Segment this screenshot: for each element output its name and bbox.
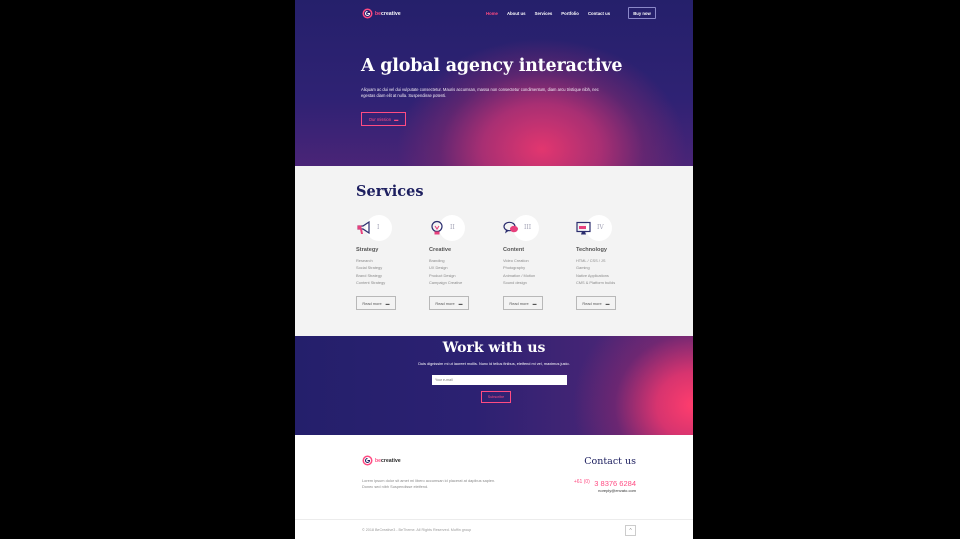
read-more-label: Read more (509, 300, 529, 306)
monitor-icon (576, 221, 591, 235)
menu-item-contact[interactable]: Contact us (588, 11, 610, 16)
hero-title: A global agency interactive (361, 56, 623, 76)
phone-prefix: +61 (0) (573, 479, 590, 485)
list-item: Video Creation (503, 258, 529, 263)
list-item: Social Strategy (356, 265, 383, 271)
list-item: Content Strategy (356, 279, 386, 285)
back-to-top-button[interactable]: ^ (625, 525, 636, 536)
phone-digits: 3 8376 6284 (594, 479, 636, 488)
list-item: UX Design (429, 265, 448, 271)
logo-text: becreative (375, 10, 401, 17)
service-list: HTML / CSS / JS Gaming Native Applicatio… (576, 257, 646, 286)
hero-section: becreative Home About us Services Portfo… (295, 0, 693, 166)
service-numeral: II (450, 224, 455, 231)
list-item: Campaign Creative (429, 279, 463, 285)
menu-item-portfolio[interactable]: Portfolio (561, 11, 579, 16)
service-strategy: I Strategy Research Social Strategy Bran… (356, 214, 426, 310)
hero-text: Aliquam ac dui vel dui vulputate consect… (361, 87, 599, 99)
service-numeral: I (377, 224, 380, 231)
arrow-right-icon: ▬ (385, 300, 390, 306)
read-more-label: Read more (582, 300, 602, 306)
footer-text: Lorem ipsum dolor sit amet mi libero acc… (362, 478, 496, 490)
service-name: Strategy (356, 247, 379, 253)
copyright: © 2018 BeCreative3 - BeTheme. All Rights… (362, 528, 472, 532)
services-section: Services I Strategy Research Social Stra… (295, 166, 693, 336)
service-name: Content (503, 247, 525, 253)
list-item: Product Design (429, 272, 456, 278)
contact-email[interactable]: noreply@envato.com (598, 488, 636, 493)
list-item: Sound design (503, 279, 527, 285)
list-item: Research (356, 258, 373, 263)
arrow-right-icon: ▬ (458, 300, 463, 306)
list-item: Photography (503, 265, 526, 271)
logo-mark-icon (362, 8, 373, 19)
buy-now-button[interactable]: Buy now (628, 7, 656, 19)
read-more-label: Read more (435, 300, 455, 306)
list-item: Gaming (576, 265, 590, 271)
footer-logo[interactable]: becreative (362, 455, 401, 466)
lightbulb-icon (431, 220, 443, 235)
work-title: Work with us (442, 340, 546, 356)
subscribe-button[interactable]: Subscribe (481, 391, 511, 403)
service-name: Creative (429, 247, 452, 253)
menu-item-services[interactable]: Services (535, 11, 553, 16)
footer-divider (295, 519, 693, 520)
arrow-right-icon: ▬ (605, 300, 610, 306)
page: becreative Home About us Services Portfo… (295, 0, 693, 539)
read-more-label: Read more (362, 300, 382, 306)
read-more-button[interactable]: Read more ▬ (503, 296, 543, 310)
list-item: HTML / CSS / JS (576, 258, 606, 263)
contact-title: Contact us (584, 456, 636, 467)
megaphone-icon (357, 220, 370, 235)
list-item: Native Applications (576, 272, 609, 278)
service-numeral: III (524, 224, 532, 231)
main-menu: Home About us Services Portfolio Contact… (486, 11, 610, 16)
service-list: Research Social Strategy Brand Strategy … (356, 257, 426, 286)
work-with-us-section: Work with us Duis dignissim mi ut laoree… (295, 336, 693, 435)
chevron-up-icon: ^ (629, 527, 632, 534)
chat-bubbles-icon (503, 221, 518, 234)
read-more-button[interactable]: Read more ▬ (356, 296, 396, 310)
service-list: Video Creation Photography Animation / M… (503, 257, 573, 286)
list-item: CMS & Platform builds (576, 279, 616, 285)
service-creative: II Creative Branding UX Design Product D… (429, 214, 499, 310)
service-numeral: IV (597, 224, 604, 231)
work-text: Duis dignissim mi ut laoreet mollis. Nun… (418, 361, 570, 366)
service-name: Technology (576, 247, 607, 253)
menu-item-home[interactable]: Home (486, 11, 498, 16)
list-item: Brand Strategy (356, 272, 382, 278)
arrow-right-icon: ▬ (532, 300, 537, 306)
read-more-button[interactable]: Read more ▬ (429, 296, 469, 310)
arrow-right-icon: ▬ (394, 116, 399, 122)
service-list: Branding UX Design Product Design Campai… (429, 257, 499, 286)
service-content: III Content Video Creation Photography A… (503, 214, 573, 310)
menu-item-about[interactable]: About us (507, 11, 526, 16)
email-field[interactable] (432, 375, 567, 385)
services-title: Services (356, 183, 424, 200)
logo[interactable]: becreative (362, 8, 401, 19)
logo-mark-icon (362, 455, 373, 466)
top-nav: becreative Home About us Services Portfo… (295, 0, 693, 28)
list-item: Branding (429, 258, 445, 263)
our-mission-label: Our mission (368, 116, 392, 122)
footer: becreative Lorem ipsum dolor sit amet mi… (295, 435, 693, 539)
list-item: Animation / Motion (503, 272, 536, 278)
service-technology: IV Technology HTML / CSS / JS Gaming Nat… (576, 214, 646, 310)
our-mission-button[interactable]: Our mission ▬ (361, 112, 406, 126)
read-more-button[interactable]: Read more ▬ (576, 296, 616, 310)
footer-logo-text: becreative (375, 457, 401, 464)
